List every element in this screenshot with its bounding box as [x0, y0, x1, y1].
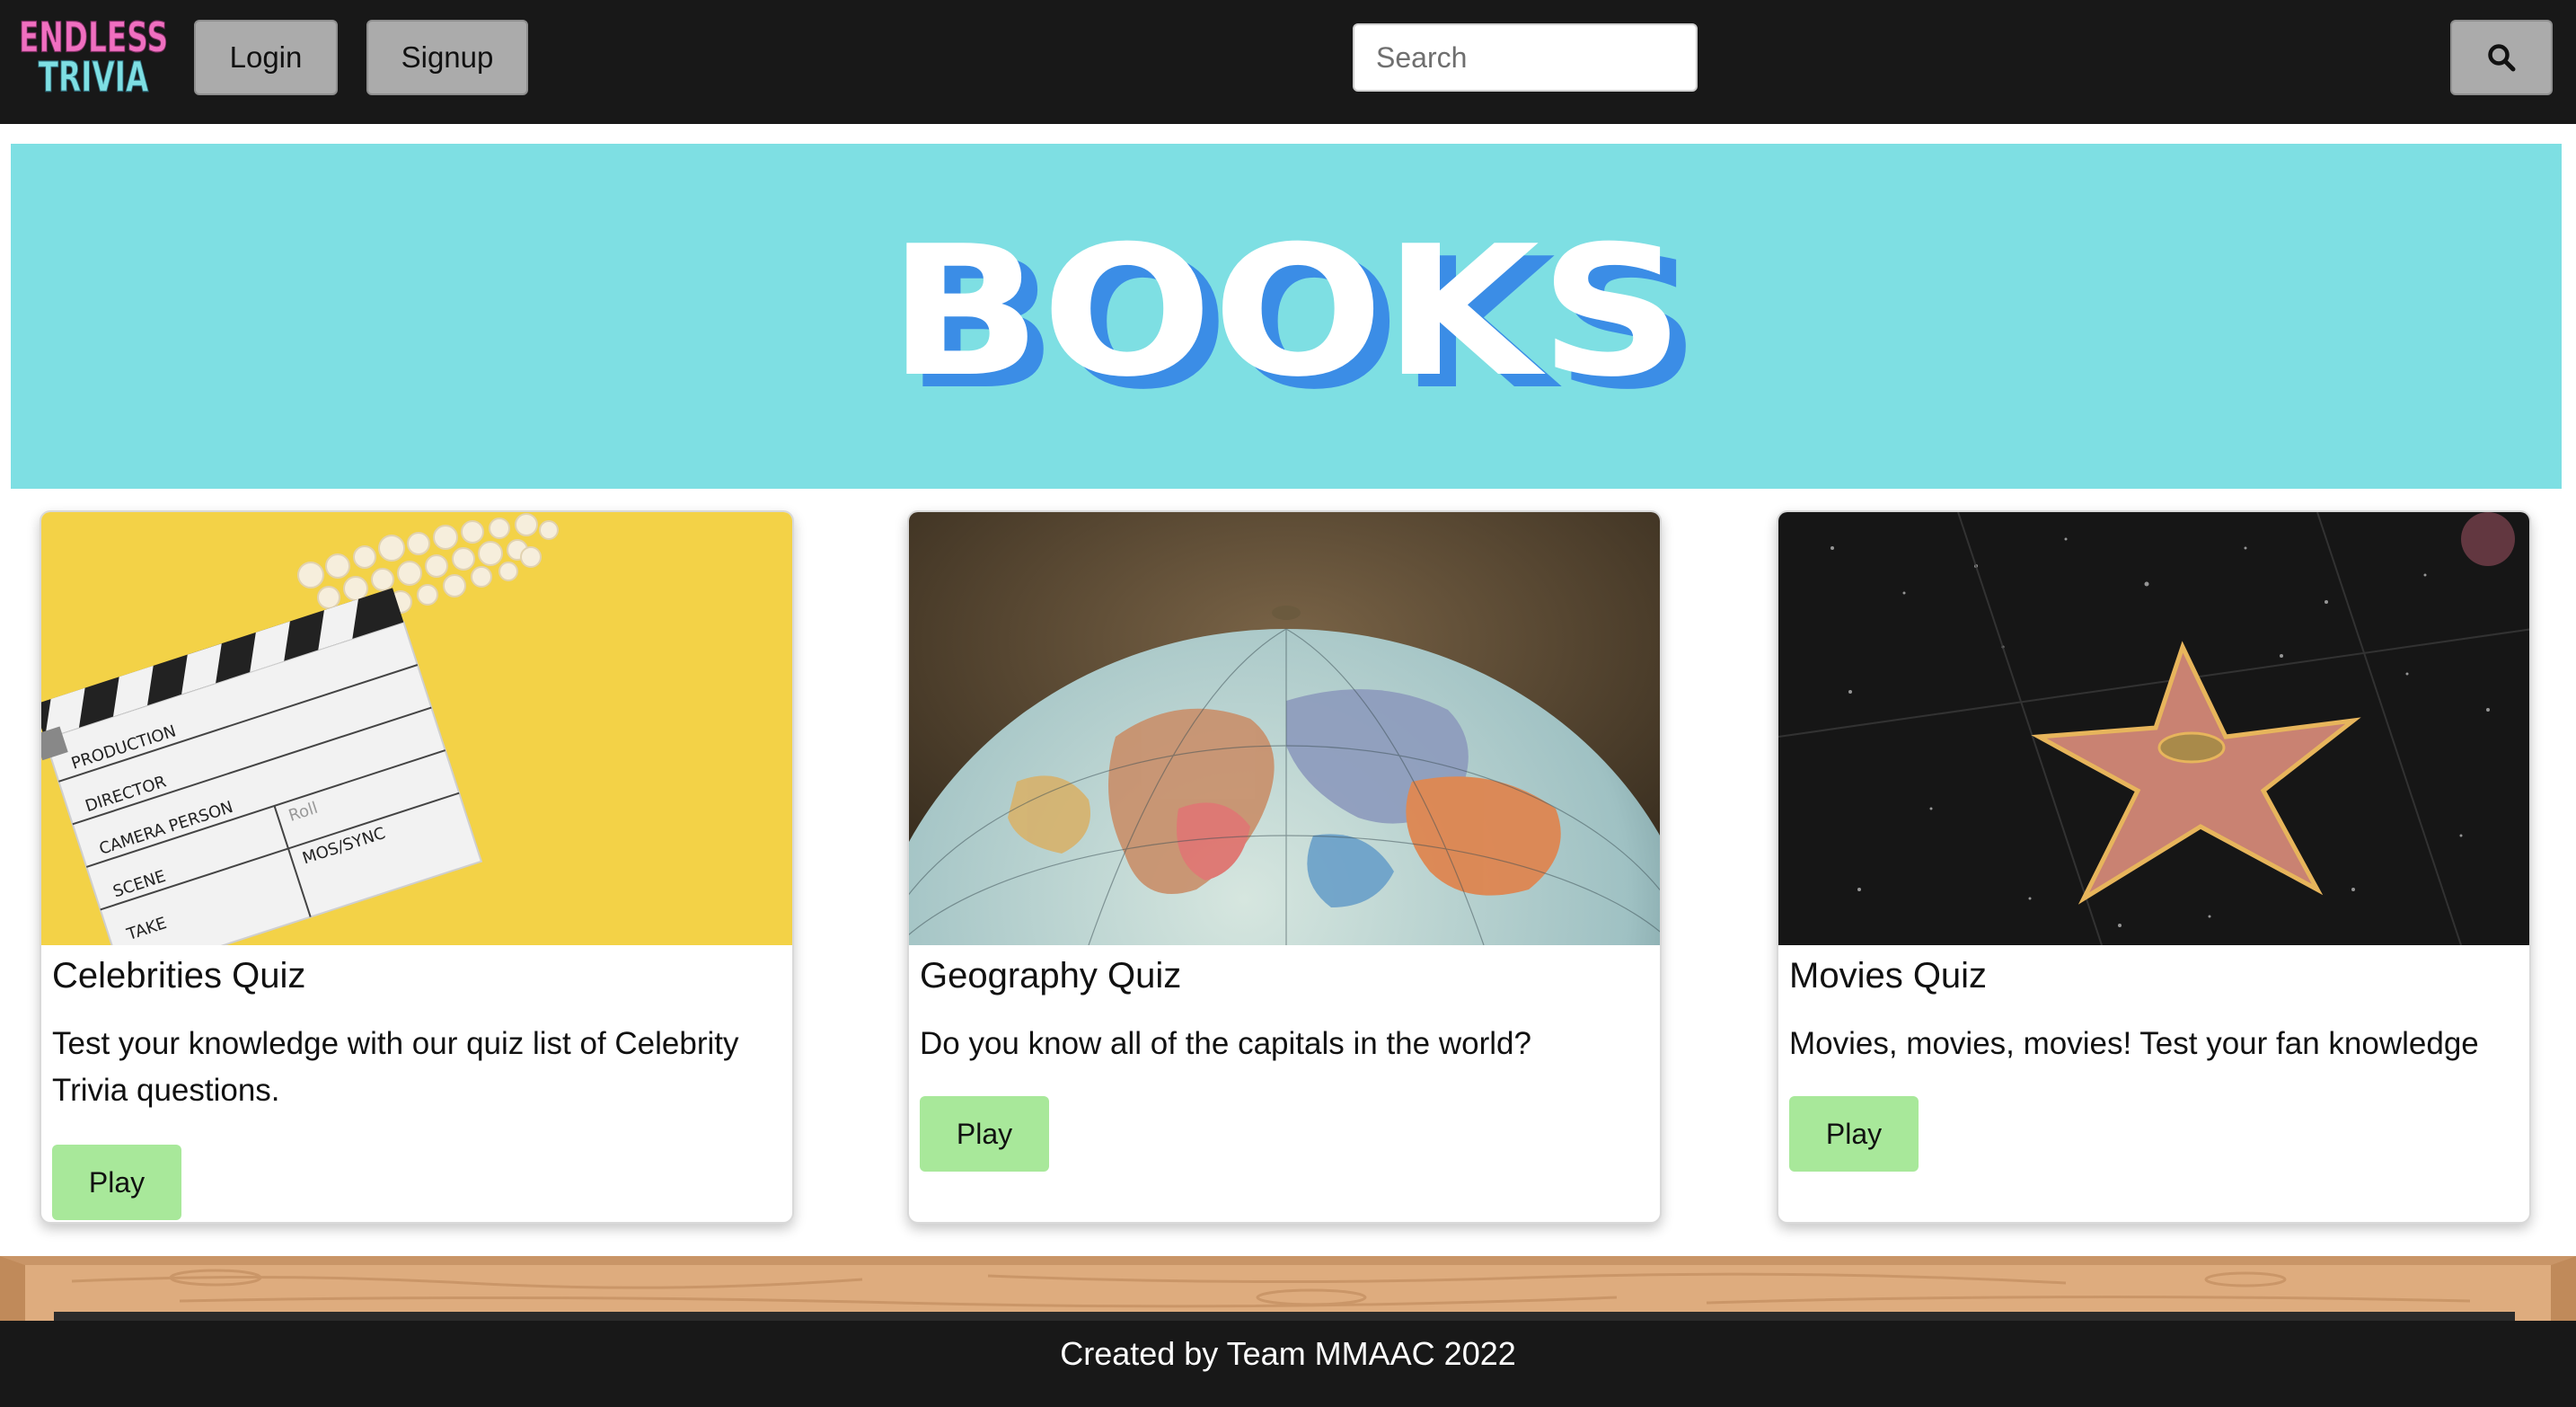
- card-description: Test your knowledge with our quiz list o…: [52, 1026, 739, 1108]
- hero-title: BOOKS: [888, 208, 1684, 417]
- search-button[interactable]: [2450, 20, 2553, 95]
- card-description: Movies, movies, movies! Test your fan kn…: [1789, 1026, 2479, 1061]
- footer: Created by Team MMAAC 2022: [0, 1321, 2576, 1407]
- hero-banner: BOOKS BOOKS: [11, 144, 2562, 489]
- wooden-shelf: [0, 1256, 2576, 1321]
- navbar: ENDLESS TRIVIA Login Signup: [0, 0, 2576, 124]
- card-description: Do you know all of the capitals in the w…: [920, 1026, 1531, 1061]
- play-button-geography[interactable]: Play: [920, 1096, 1049, 1172]
- quiz-card-celebrities: PRODUCTION DIRECTOR CAMERA PERSON SCENE …: [40, 510, 794, 1224]
- globe-image: [909, 512, 1660, 945]
- search-input[interactable]: [1353, 23, 1698, 92]
- logo-line2: TRIVIA: [39, 54, 149, 102]
- walk-of-fame-star-image: [1778, 512, 2529, 945]
- play-button-celebrities[interactable]: Play: [52, 1145, 181, 1220]
- card-title: Movies Quiz: [1789, 956, 1988, 996]
- login-button[interactable]: Login: [194, 20, 338, 95]
- quiz-card-movies: Movies Quiz Movies, movies, movies! Test…: [1777, 510, 2531, 1224]
- search-icon: [2488, 44, 2516, 72]
- play-button-movies[interactable]: Play: [1789, 1096, 1919, 1172]
- clapperboard-image: PRODUCTION DIRECTOR CAMERA PERSON SCENE …: [41, 512, 792, 945]
- footer-text: Created by Team MMAAC 2022: [1060, 1335, 1516, 1372]
- signup-button[interactable]: Signup: [366, 20, 528, 95]
- endless-trivia-logo[interactable]: ENDLESS TRIVIA: [20, 13, 167, 102]
- quiz-card-geography: Geography Quiz Do you know all of the ca…: [907, 510, 1662, 1224]
- card-title: Celebrities Quiz: [52, 956, 306, 996]
- card-title: Geography Quiz: [920, 956, 1182, 996]
